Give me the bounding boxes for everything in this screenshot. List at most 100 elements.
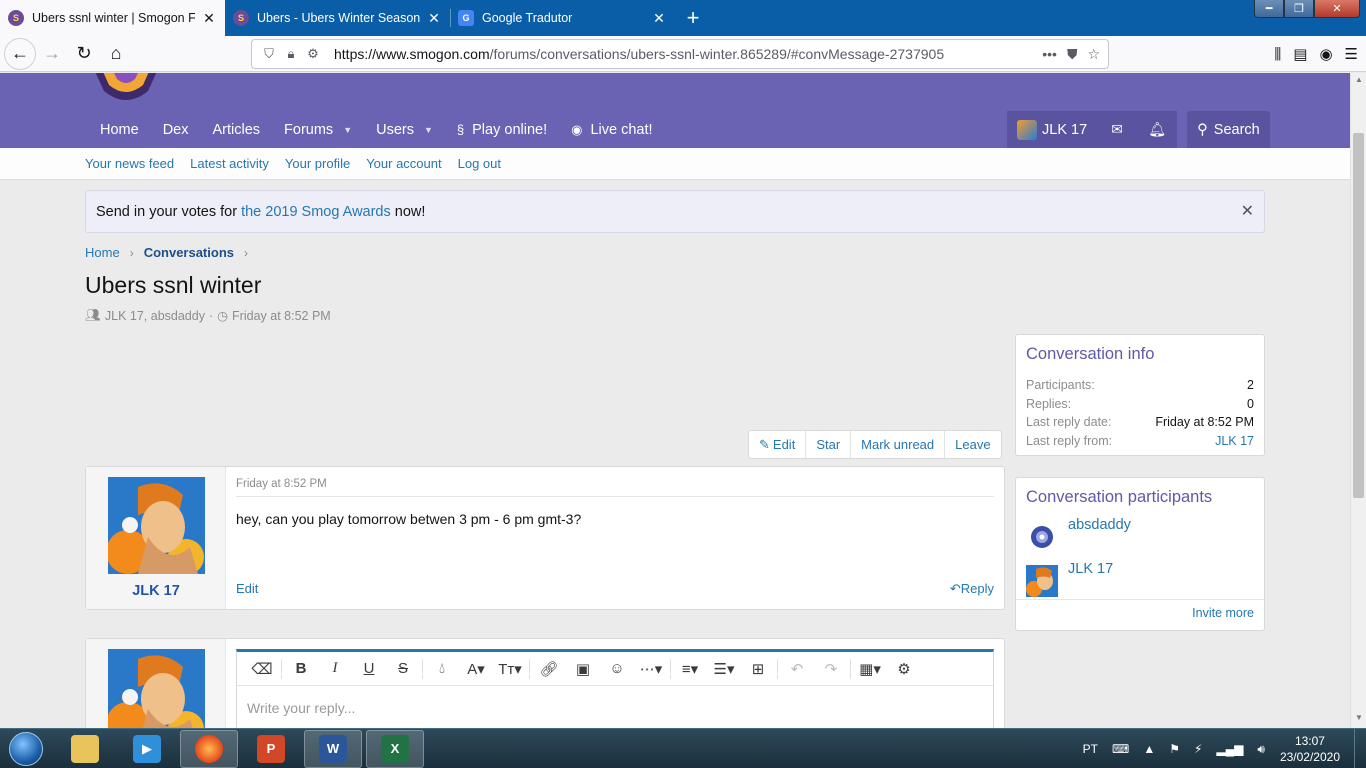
sidebar-icon[interactable]: ▤ xyxy=(1293,45,1307,63)
taskbar-media-player[interactable]: ▶ xyxy=(118,730,176,768)
more-options-icon[interactable]: ⋯▾ xyxy=(634,655,668,683)
bookmark-star-icon[interactable]: ☆ xyxy=(1087,46,1100,63)
chevron-down-icon[interactable]: ▼ xyxy=(343,125,352,135)
taskbar-word[interactable]: W xyxy=(304,729,362,768)
close-tab-icon[interactable]: ✕ xyxy=(201,10,217,27)
minimize-icon[interactable]: ━ xyxy=(1254,0,1284,18)
account-icon[interactable]: ◉ xyxy=(1319,45,1332,63)
participant-name[interactable]: absdaddy xyxy=(1068,517,1131,533)
drafts-icon[interactable]: ▦▾ xyxy=(853,655,887,683)
nav-live-chat[interactable]: ◉ Live chat! xyxy=(559,111,664,148)
nav-articles[interactable]: Articles xyxy=(200,111,272,148)
network-icon[interactable]: ▂▄▆ xyxy=(1216,742,1243,756)
url-text[interactable]: https://www.smogon.com/forums/conversati… xyxy=(334,46,1042,62)
library-icon[interactable]: ⫼ xyxy=(1274,46,1281,63)
taskbar-powerpoint[interactable]: P xyxy=(242,730,300,768)
show-desktop-button[interactable] xyxy=(1354,729,1366,768)
bell-icon[interactable]: 🔔︎ xyxy=(1137,111,1178,148)
avatar[interactable] xyxy=(108,477,205,574)
font-size-icon[interactable]: Tт▾ xyxy=(493,655,527,683)
eraser-icon[interactable]: ⌫ xyxy=(245,655,279,683)
italic-icon[interactable]: I xyxy=(318,655,352,683)
last-reply-user-link[interactable]: JLK 17 xyxy=(1215,434,1254,448)
reply-input[interactable]: Write your reply... xyxy=(247,700,355,716)
taskbar-excel[interactable]: X xyxy=(366,729,424,768)
link-icon[interactable]: 🔗︎ xyxy=(532,655,566,683)
nav-forums[interactable]: Forums ▼ xyxy=(272,111,364,148)
back-arrow-icon[interactable]: ← xyxy=(4,37,36,70)
align-icon[interactable]: ≡▾ xyxy=(673,655,707,683)
tab-google-tradutor[interactable]: G Google Tradutor ✕ xyxy=(450,0,675,36)
window-close-icon[interactable]: ✕ xyxy=(1314,0,1360,18)
user-menu-button[interactable]: JLK 17 xyxy=(1007,111,1098,148)
settings-gear-icon[interactable]: ⚙ xyxy=(887,655,921,683)
mark-unread-button[interactable]: Mark unread xyxy=(850,431,944,458)
menu-icon[interactable]: ☰ xyxy=(1345,45,1358,63)
smogon-logo[interactable] xyxy=(88,73,164,105)
language-indicator[interactable]: PT xyxy=(1083,742,1098,756)
forward-arrow-icon[interactable]: → xyxy=(36,38,68,70)
breadcrumb-conversations[interactable]: Conversations xyxy=(144,245,234,260)
keyboard-icon[interactable]: ⌨ xyxy=(1112,742,1129,756)
undo-icon[interactable]: ↶ xyxy=(780,655,814,683)
smog-awards-link[interactable]: the 2019 Smog Awards xyxy=(241,204,391,220)
shield-icon[interactable]: ⛉ xyxy=(260,46,278,62)
message-date[interactable]: Friday at 8:52 PM xyxy=(236,478,327,490)
leave-button[interactable]: Leave xyxy=(944,431,1000,458)
message-edit-link[interactable]: Edit xyxy=(236,581,258,596)
nav-play-online[interactable]: § Play online! xyxy=(445,111,559,148)
power-icon[interactable]: ⚡︎ xyxy=(1194,742,1202,756)
subnav-your-account[interactable]: Your account xyxy=(366,156,441,171)
text-color-icon[interactable]: 💧︎ xyxy=(425,655,459,683)
tab-ubers-seasonal[interactable]: S Ubers - Ubers Winter Seasonal I ✕ xyxy=(225,0,450,36)
new-tab-button[interactable]: + xyxy=(675,0,711,36)
message-reply-link[interactable]: ↶Reply xyxy=(950,581,994,597)
inbox-icon[interactable]: ✉ xyxy=(1097,111,1138,148)
participant-item[interactable]: absdaddy xyxy=(1016,511,1264,555)
subnav-log-out[interactable]: Log out xyxy=(458,156,501,171)
close-icon[interactable]: ✕ xyxy=(1241,201,1254,221)
search-button[interactable]: ⚲ Search xyxy=(1187,111,1270,148)
close-tab-icon[interactable]: ✕ xyxy=(426,10,442,27)
nav-home[interactable]: Home xyxy=(88,111,151,148)
nav-dex[interactable]: Dex xyxy=(151,111,201,148)
star-button[interactable]: Star xyxy=(805,431,850,458)
vertical-scrollbar[interactable]: ▲ ▼ xyxy=(1350,73,1366,728)
breadcrumb-home[interactable]: Home xyxy=(85,245,120,260)
image-icon[interactable]: ▣ xyxy=(566,655,600,683)
redo-icon[interactable]: ↷ xyxy=(814,655,848,683)
table-icon[interactable]: ⊞ xyxy=(741,655,775,683)
start-button[interactable] xyxy=(0,729,52,768)
action-center-icon[interactable]: ⚑ xyxy=(1169,742,1180,756)
nav-users[interactable]: Users ▼ xyxy=(364,111,445,148)
tab-smogon-conversation[interactable]: S Ubers ssnl winter | Smogon Forums ✕ xyxy=(0,0,225,36)
participant-item[interactable]: JLK 17 xyxy=(1016,555,1264,599)
scroll-down-icon[interactable]: ▼ xyxy=(1351,713,1366,722)
bold-icon[interactable]: B xyxy=(284,655,318,683)
subnav-news-feed[interactable]: Your news feed xyxy=(85,156,174,171)
font-family-icon[interactable]: A▾ xyxy=(459,655,493,683)
clock[interactable]: 13:07 23/02/2020 xyxy=(1280,733,1340,765)
scrollbar-thumb[interactable] xyxy=(1353,133,1364,498)
tray-expand-icon[interactable]: ▲ xyxy=(1143,742,1155,756)
maximize-icon[interactable]: ❐ xyxy=(1284,0,1314,18)
permissions-icon[interactable]: ⚙ xyxy=(304,46,322,62)
page-actions-icon[interactable]: ••• xyxy=(1042,46,1057,63)
invite-more-link[interactable]: Invite more xyxy=(1016,599,1264,626)
address-bar[interactable]: ⛉ 🔒︎ ⚙ https://www.smogon.com/forums/con… xyxy=(251,39,1109,69)
underline-icon[interactable]: U xyxy=(352,655,386,683)
close-tab-icon[interactable]: ✕ xyxy=(651,10,667,27)
strikethrough-icon[interactable]: S xyxy=(386,655,420,683)
lock-icon[interactable]: 🔒︎ xyxy=(282,46,300,62)
reload-icon[interactable]: ↻ xyxy=(68,38,100,70)
volume-icon[interactable]: 🔊︎ xyxy=(1257,742,1265,757)
scroll-up-icon[interactable]: ▲ xyxy=(1351,75,1366,84)
edit-button[interactable]: ✎ Edit xyxy=(749,431,805,458)
chevron-down-icon[interactable]: ▼ xyxy=(424,125,433,135)
participant-name[interactable]: JLK 17 xyxy=(1068,561,1113,577)
taskbar-firefox[interactable] xyxy=(180,729,238,768)
emoji-icon[interactable]: ☺ xyxy=(600,655,634,683)
subnav-latest-activity[interactable]: Latest activity xyxy=(190,156,269,171)
taskbar-explorer[interactable] xyxy=(56,730,114,768)
message-author[interactable]: JLK 17 xyxy=(86,583,226,599)
